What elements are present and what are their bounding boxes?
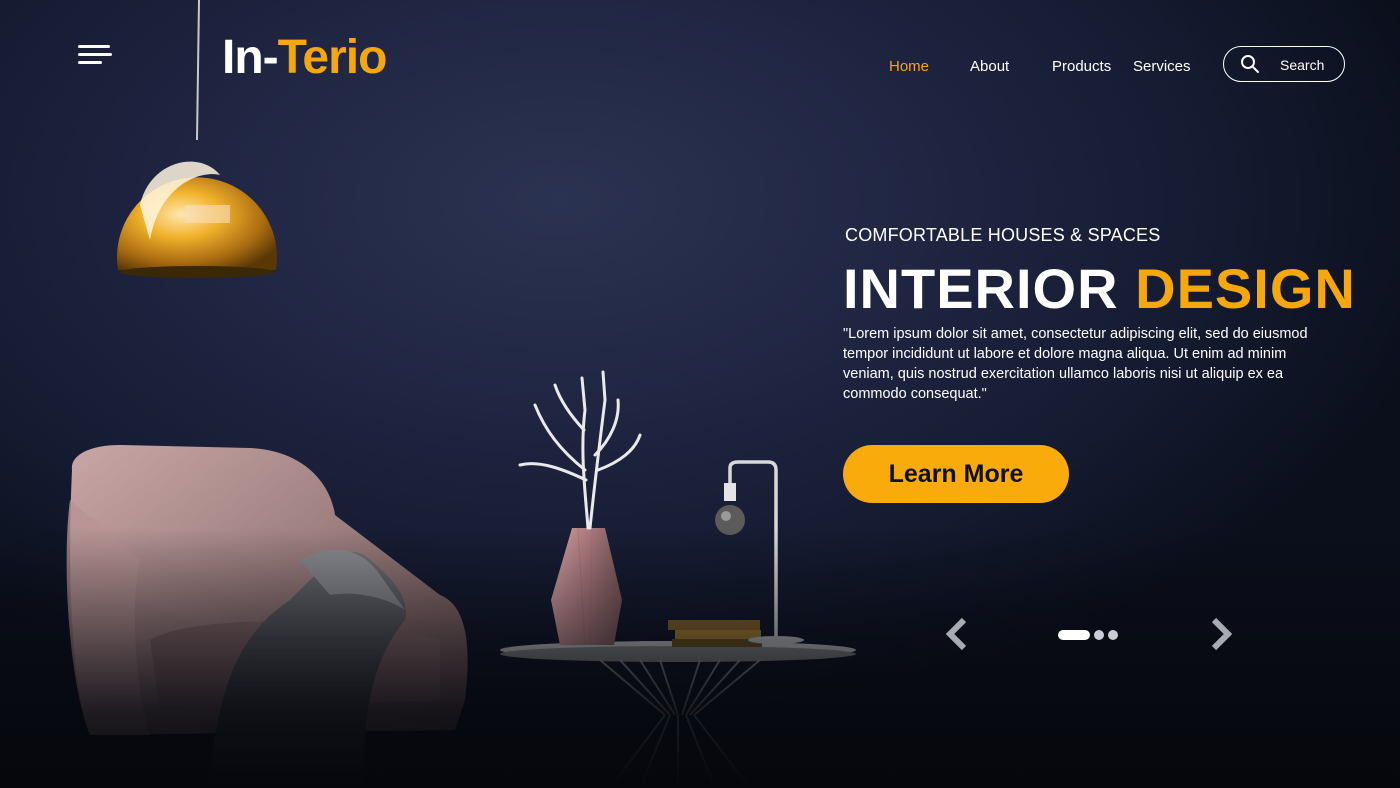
nav-home[interactable]: Home xyxy=(889,58,929,75)
chevron-right-icon[interactable] xyxy=(1206,616,1236,652)
hero-description: "Lorem ipsum dolor sit amet, consectetur… xyxy=(843,326,1308,402)
menu-icon[interactable] xyxy=(78,45,114,67)
brand-logo[interactable]: In-Terio xyxy=(222,30,388,85)
nav-services[interactable]: Services xyxy=(1133,58,1191,75)
hero-title-white: INTERIOR xyxy=(843,257,1119,320)
brand-logo-part2: Terio xyxy=(277,31,388,84)
search-label: Search xyxy=(1280,57,1325,73)
chevron-left-icon[interactable] xyxy=(942,616,972,652)
carousel-dot-3[interactable] xyxy=(1108,630,1118,640)
nav-about[interactable]: About xyxy=(970,58,1009,75)
hero-kicker: COMFORTABLE HOUSES & SPACES xyxy=(845,225,1161,245)
learn-more-button[interactable]: Learn More xyxy=(843,445,1069,503)
hero-title: INTERIOR DESIGN xyxy=(843,256,1356,321)
carousel-dot-1[interactable] xyxy=(1058,630,1090,640)
search-button[interactable]: Search xyxy=(1223,46,1345,82)
nav-products[interactable]: Products xyxy=(1052,58,1111,75)
brand-logo-part1: In- xyxy=(222,31,279,84)
floor-shadow xyxy=(0,528,1400,788)
carousel-dot-2[interactable] xyxy=(1094,630,1104,640)
carousel-indicators xyxy=(1058,630,1118,640)
hero-page: In-Terio Home About Products Services Se… xyxy=(0,0,1400,788)
search-icon xyxy=(1241,55,1259,73)
hero-title-accent: DESIGN xyxy=(1135,257,1356,320)
